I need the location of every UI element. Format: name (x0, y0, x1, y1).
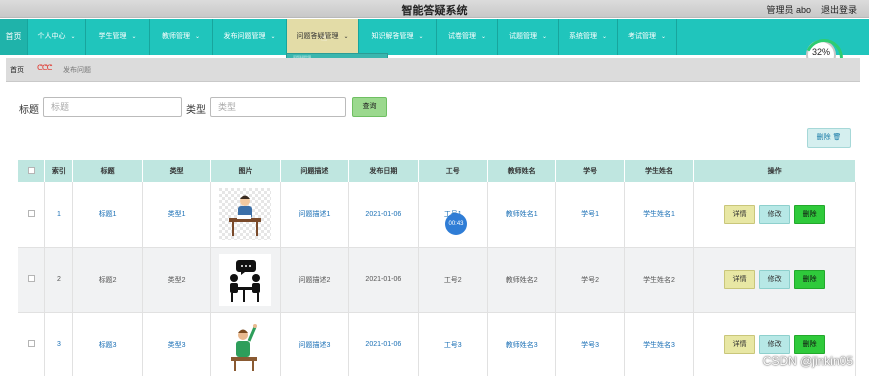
checkbox[interactable] (27, 166, 35, 174)
title-search-input[interactable] (43, 97, 182, 117)
cell-title: 标题1 (72, 182, 143, 248)
edit-button[interactable]: 修改 (759, 335, 791, 354)
top-header: 智能答疑系统 管理员 abo 退出登录 (0, 0, 869, 18)
column-header: 教师姓名 (487, 160, 557, 182)
column-header: 问题描述 (280, 160, 350, 182)
column-header: 图片 (210, 160, 281, 182)
detail-button[interactable]: 详情 (724, 204, 756, 224)
chevron-down-icon: ⌄ (131, 34, 137, 40)
mouse-cursor-icon: ☝ (321, 33, 328, 44)
cell-teacher-name: 教师姓名3 (487, 312, 557, 376)
chevron-down-icon: ⌄ (70, 34, 76, 40)
chevron-down-icon: ⌄ (480, 34, 487, 40)
main-nav: 首页 个人中心 ⌄ 学生管理 ⌄ 教师管理 ⌄ 发布问题管理 ⌄ 问题答疑管理 ⌄ 知识解… (0, 19, 869, 55)
type-search-input[interactable] (210, 97, 346, 117)
nav-home[interactable]: 首页 (0, 19, 27, 55)
cell-type: 类型3 (142, 312, 212, 376)
row-checkbox[interactable] (27, 340, 35, 347)
chevron-down-icon: ⌄ (343, 34, 349, 40)
bulk-delete-button[interactable]: 删除 🗑 (807, 128, 851, 148)
search-button[interactable]: 查询 (352, 97, 387, 117)
discussion-icon-image (219, 253, 272, 306)
nav-item-profile[interactable]: 个人中心 ⌄ (27, 19, 85, 55)
nav-item-students[interactable]: 学生管理 ⌄ (85, 19, 149, 55)
nav-item-exams[interactable]: 考试管理 ⌄ (617, 19, 677, 55)
column-header: 学号 (555, 160, 625, 182)
cell-student-name: 学生姓名1 (624, 182, 695, 248)
gauge-percent: 32% (811, 47, 830, 57)
cell-student-number: 学号3 (555, 312, 625, 376)
header-select-all[interactable] (18, 160, 46, 182)
recording-timer: 00:43 (445, 213, 467, 235)
breadcrumb-current: 发布问题 (63, 67, 91, 74)
nav-item-knowledge[interactable]: 知识解答管理 ⌄ (358, 19, 436, 55)
cell-description: 问题描述3 (280, 312, 350, 376)
cell-teacher-name: 教师姓名1 (487, 182, 557, 248)
cell-index: 2 (44, 247, 74, 313)
cell-title: 标题3 (72, 312, 143, 376)
column-header: 操作 (693, 160, 856, 182)
logout-link[interactable]: 退出登录 (821, 3, 857, 16)
column-header: 学生姓名 (624, 160, 695, 182)
watermark: CSDN @jinkin05 (762, 354, 853, 368)
cell-date: 2021-01-06 (348, 247, 419, 313)
cell-teacher-name: 教师姓名2 (487, 247, 557, 313)
app-title: 智能答疑系统 (401, 5, 468, 17)
column-header: 类型 (142, 160, 212, 182)
table-row: 3 标题3 类型3 问题描述3 2021-01-06 工号3 教师姓名3 学号3… (18, 312, 856, 376)
cell-type: 类型2 (142, 247, 212, 313)
column-header: 标题 (72, 160, 143, 182)
cell-student-name: 学生姓名3 (624, 312, 695, 376)
cell-job-number: 工号2 (418, 247, 488, 313)
delete-button[interactable]: 删除 (794, 270, 826, 289)
nav-item-publish-questions[interactable]: 发布问题管理 ⌄ (212, 19, 286, 55)
chevron-down-icon: ⌄ (194, 34, 201, 40)
edit-button[interactable]: 修改 (759, 270, 791, 289)
nav-item-questions[interactable]: 试题管理 ⌄ (497, 19, 558, 55)
cell-job-number: 工号3 (418, 312, 488, 376)
chevron-down-icon: ⌄ (601, 34, 608, 40)
detail-button[interactable]: 详情 (724, 270, 756, 289)
teacher-raising-hand-image (219, 318, 272, 371)
table-row: 1 标题1 类型1 问题描述1 2021-01-06 工号1 教师姓名1 学号1… (18, 182, 856, 248)
cell-description: 问题描述1 (280, 182, 350, 248)
row-checkbox[interactable] (27, 275, 35, 282)
chevron-down-icon: ⌄ (418, 34, 424, 40)
cell-type: 类型1 (142, 182, 212, 248)
table-header-row: 索引 标题 类型 图片 问题描述 发布日期 工号 教师姓名 学号 学生姓名 操作 (18, 160, 856, 182)
breadcrumb-separator-icon: ᕦᕦᕦ (37, 63, 53, 72)
row-checkbox[interactable] (27, 209, 35, 217)
nav-item-papers[interactable]: 试卷管理 ⌄ (436, 19, 497, 55)
cell-student-name: 学生姓名2 (624, 247, 695, 313)
cell-student-number: 学号1 (555, 182, 625, 248)
detail-button[interactable]: 详情 (724, 335, 756, 354)
edit-button[interactable]: 修改 (759, 204, 791, 224)
title-label: 标题 (19, 105, 39, 116)
cell-description: 问题描述2 (280, 247, 350, 313)
nav-item-teachers[interactable]: 教师管理 ⌄ (149, 19, 212, 55)
chevron-down-icon: ⌄ (270, 34, 276, 40)
column-header: 工号 (418, 160, 488, 182)
cell-title: 标题2 (72, 247, 143, 313)
questions-table: 索引 标题 类型 图片 问题描述 发布日期 工号 教师姓名 学号 学生姓名 操作… (18, 160, 856, 376)
current-user[interactable]: 管理员 abo (766, 3, 811, 16)
student-studying-image (219, 188, 272, 241)
type-label: 类型 (186, 105, 206, 116)
delete-button[interactable]: 删除 (794, 335, 826, 354)
cell-index: 3 (44, 312, 74, 376)
column-header: 发布日期 (348, 160, 419, 182)
breadcrumb-home[interactable]: 首页 (10, 65, 24, 75)
cell-index: 1 (44, 182, 74, 248)
delete-button[interactable]: 删除 (794, 204, 826, 224)
chevron-down-icon: ⌄ (541, 34, 548, 40)
cell-date: 2021-01-06 (348, 182, 419, 248)
table-row: 2 标题2 类型2 问题描述2 2021-01-06 工号2 教师姓名2 学号2… (18, 247, 856, 313)
chevron-down-icon: ⌄ (660, 34, 667, 40)
cell-student-number: 学号2 (555, 247, 625, 313)
breadcrumb: 首页 ᕦᕦᕦ 发布问题 (6, 58, 860, 82)
cell-date: 2021-01-06 (348, 312, 419, 376)
column-header: 索引 (44, 160, 74, 182)
nav-item-system[interactable]: 系统管理 ⌄ (558, 19, 617, 55)
